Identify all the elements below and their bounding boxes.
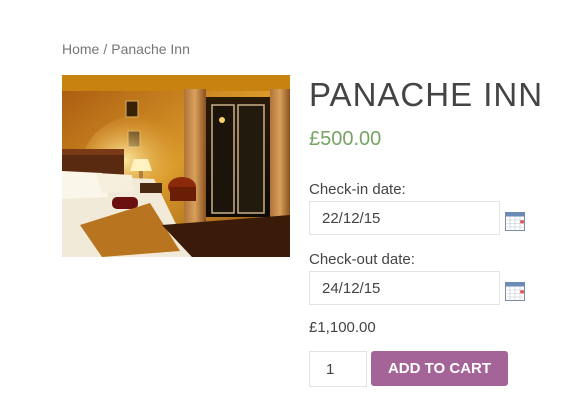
product-page: Home / Panache Inn PANACHE INN £500.00 C… xyxy=(0,0,588,415)
calendar-icon[interactable] xyxy=(505,281,525,301)
product-summary: PANACHE INN £500.00 Check-in date: Check… xyxy=(309,72,569,387)
checkin-label: Check-in date: xyxy=(309,181,406,198)
breadcrumb-separator: / xyxy=(103,41,108,57)
checkin-date-input[interactable] xyxy=(309,201,500,235)
product-image[interactable] xyxy=(62,75,290,257)
checkout-label: Check-out date: xyxy=(309,251,415,268)
add-to-cart-button[interactable]: ADD TO CART xyxy=(371,351,508,386)
breadcrumb-home-link[interactable]: Home xyxy=(62,41,99,57)
product-price: £500.00 xyxy=(309,128,382,150)
breadcrumb: Home / Panache Inn xyxy=(62,41,190,57)
breadcrumb-current: Panache Inn xyxy=(111,41,190,57)
calendar-icon[interactable] xyxy=(505,211,525,231)
quantity-input[interactable] xyxy=(309,351,367,387)
hotel-room-photo xyxy=(62,75,290,257)
checkout-date-input[interactable] xyxy=(309,271,500,305)
product-title: PANACHE INN xyxy=(309,76,544,113)
booking-total: £1,100.00 xyxy=(309,319,376,336)
